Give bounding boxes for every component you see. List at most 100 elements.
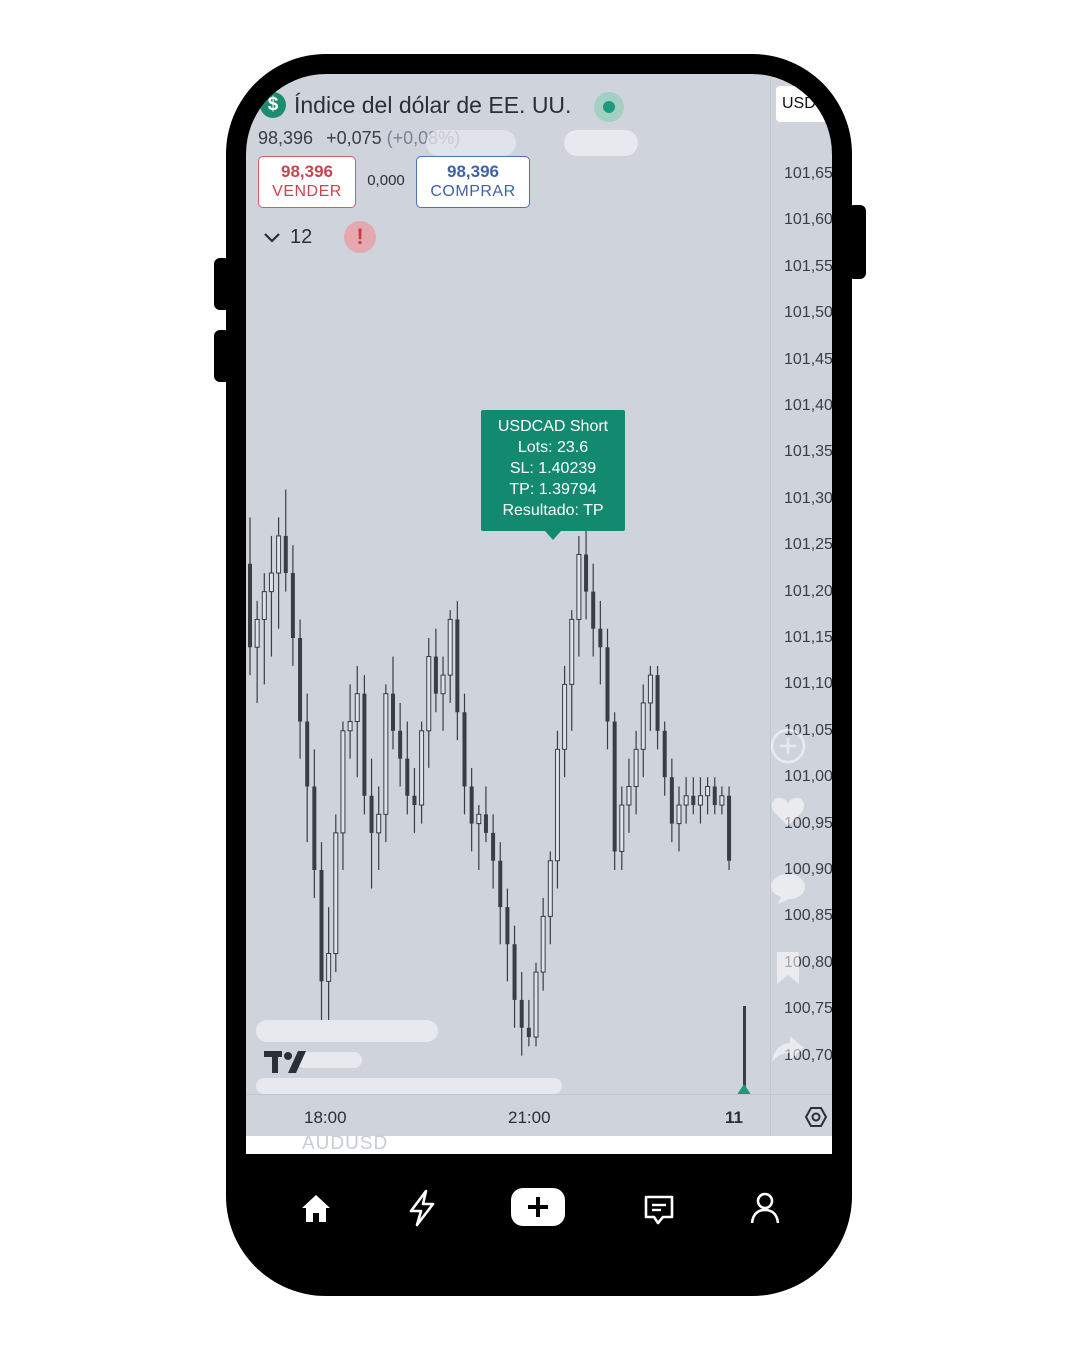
- time-axis[interactable]: 18:00 21:00 11: [246, 1094, 832, 1136]
- market-open-indicator: [594, 92, 624, 122]
- candle: [727, 786, 732, 870]
- plus-icon: [528, 1197, 548, 1217]
- candle: [619, 786, 625, 870]
- volume-down-button: [214, 330, 230, 382]
- candle: [376, 786, 382, 870]
- candle: [433, 628, 438, 713]
- candle: [491, 814, 496, 889]
- candle: [719, 786, 725, 815]
- comment-icon[interactable]: [768, 868, 808, 908]
- candle: [305, 693, 310, 843]
- price-chart[interactable]: [246, 74, 770, 1094]
- candle: [512, 925, 517, 1028]
- candle: [398, 702, 403, 787]
- tooltip-line: USDCAD Short: [497, 418, 609, 435]
- user-icon[interactable]: [747, 1188, 783, 1228]
- candle: [440, 656, 446, 731]
- candle: [412, 767, 417, 833]
- candle: [562, 665, 568, 778]
- price-tick: 101,45: [784, 350, 832, 368]
- bookmark-icon[interactable]: [768, 948, 808, 988]
- candle: [640, 684, 646, 778]
- candle: [290, 545, 295, 666]
- price-tick: 100,85: [784, 907, 832, 925]
- price-tick: 101,50: [784, 304, 832, 322]
- heart-icon[interactable]: [768, 792, 808, 832]
- candle: [405, 721, 410, 815]
- price-tick: 101,60: [784, 211, 832, 229]
- price-tick: 101,65: [784, 165, 832, 182]
- price-tick: 101,20: [784, 582, 832, 600]
- candle: [268, 535, 274, 657]
- candle: [605, 628, 610, 750]
- share-icon[interactable]: [768, 1028, 808, 1068]
- settings-icon[interactable]: [804, 1105, 828, 1129]
- candle: [533, 962, 539, 1047]
- candle: [505, 888, 510, 982]
- buy-label: COMPRAR: [430, 183, 516, 200]
- alert-icon[interactable]: !: [344, 221, 376, 253]
- price-change: +0,075: [326, 128, 382, 148]
- price-tick: 100,75: [784, 1000, 832, 1018]
- create-post-button[interactable]: [511, 1188, 565, 1226]
- tooltip-line: TP: 1.39794: [509, 481, 597, 498]
- candle: [261, 573, 267, 685]
- last-price: 98,396: [258, 128, 314, 148]
- candle: [483, 786, 488, 843]
- candle: [248, 517, 252, 676]
- time-label: 11: [725, 1108, 743, 1127]
- candle: [326, 907, 332, 1038]
- tradingview-logo-icon: [264, 1051, 306, 1073]
- candle: [469, 767, 474, 852]
- candle: [312, 749, 317, 898]
- add-circle-icon[interactable]: [768, 726, 808, 766]
- candle: [333, 814, 339, 973]
- candle: [526, 999, 531, 1047]
- candle: [476, 805, 482, 870]
- app-screen: $ Índice del dólar de EE. UU. 98,396 +0,…: [246, 74, 832, 1154]
- symbol-header[interactable]: $ Índice del dólar de EE. UU.: [260, 90, 571, 120]
- home-icon[interactable]: [298, 1188, 334, 1228]
- symbol-strip: AUDUSD: [246, 1133, 832, 1154]
- candle: [547, 851, 553, 945]
- chat-icon[interactable]: [641, 1188, 677, 1228]
- sell-button[interactable]: 98,396 VENDER: [258, 156, 356, 208]
- price-tick: 101,15: [784, 629, 832, 646]
- candle: [655, 665, 660, 750]
- dollar-icon: $: [260, 92, 286, 118]
- currency-label[interactable]: USD: [776, 86, 832, 122]
- price-tick: 101,00: [784, 768, 832, 786]
- bolt-icon[interactable]: [404, 1188, 440, 1228]
- candle: [283, 489, 288, 592]
- buy-button[interactable]: 98,396 COMPRAR: [416, 156, 530, 208]
- buy-price: 98,396: [447, 162, 499, 181]
- sell-price: 98,396: [281, 162, 333, 181]
- indicators-toggle[interactable]: 12: [260, 222, 312, 252]
- candle: [612, 712, 617, 870]
- candle: [498, 842, 503, 945]
- candle: [683, 777, 689, 824]
- volume-up-button: [214, 258, 230, 310]
- candle: [369, 758, 374, 889]
- candle: [584, 526, 589, 620]
- chevron-down-icon: [264, 233, 280, 243]
- price-tick: 101,10: [784, 675, 832, 693]
- time-label: 21:00: [508, 1108, 551, 1127]
- next-symbol: AUDUSD: [302, 1133, 389, 1154]
- candle: [391, 656, 395, 750]
- volume-marker: [737, 1084, 751, 1094]
- candle: [276, 517, 282, 629]
- candle: [340, 721, 346, 870]
- candle: [519, 972, 524, 1056]
- candle: [647, 665, 653, 731]
- time-label: 18:00: [304, 1108, 347, 1127]
- indicators-count: 12: [290, 225, 313, 248]
- tooltip-line: SL: 1.40239: [509, 460, 597, 477]
- power-button: [848, 205, 866, 279]
- candle: [426, 638, 432, 768]
- candle: [419, 721, 425, 824]
- candle: [347, 684, 353, 759]
- price-tick: 101,40: [784, 397, 832, 414]
- spread-value: 0,000: [367, 172, 405, 189]
- candle: [669, 758, 674, 843]
